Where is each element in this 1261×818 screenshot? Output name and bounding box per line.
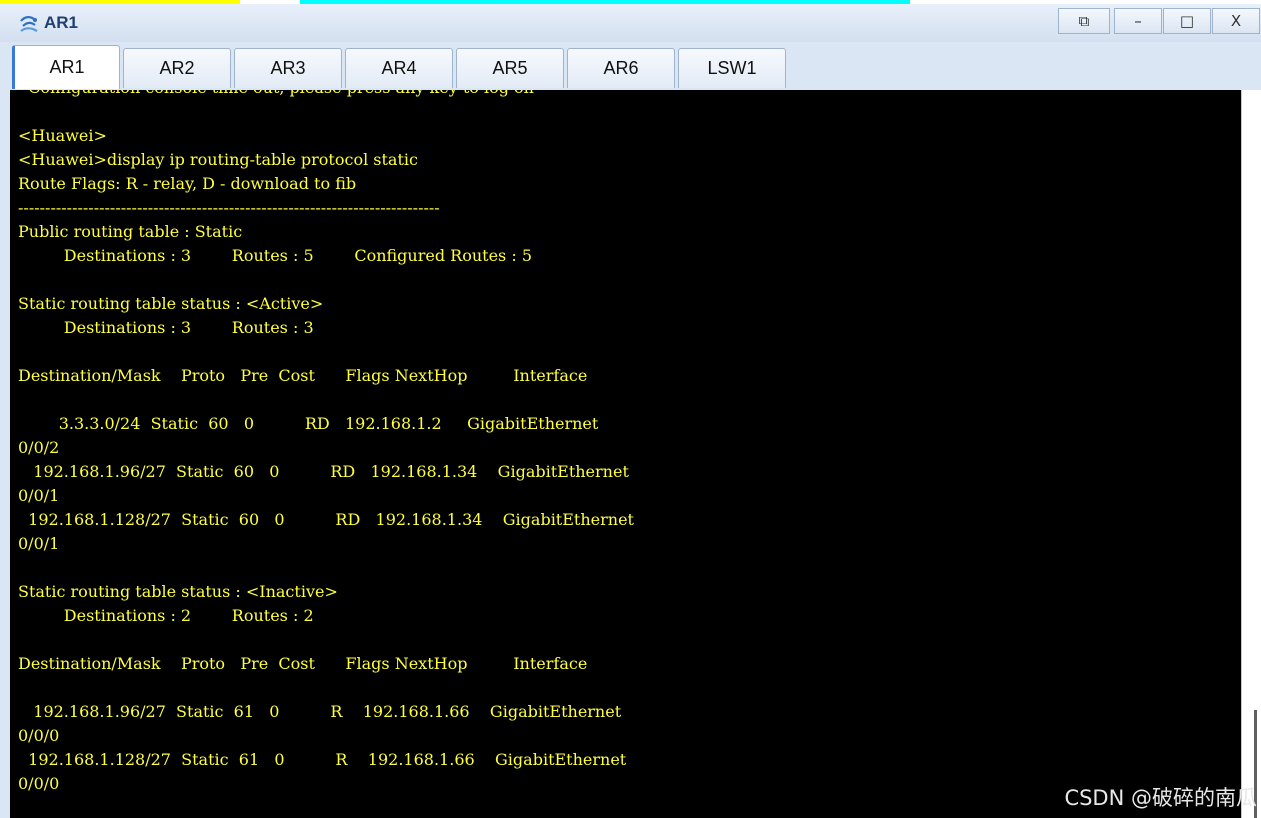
watermark: CSDN @破碎的南瓜 <box>1064 786 1257 810</box>
restore-app-icon: ⧉ <box>1078 12 1090 30</box>
terminal-scrollbar[interactable] <box>1241 90 1261 818</box>
restore-app-button[interactable]: ⧉ <box>1058 8 1110 34</box>
terminal-line: 3.3.3.0/24 Static 60 0 RD 192.168.1.2 Gi… <box>18 414 599 433</box>
terminal-line: 192.168.1.128/27 Static 60 0 RD 192.168.… <box>18 510 634 529</box>
terminal-line: 0/0/0 <box>18 726 60 745</box>
tab-lsw1[interactable]: LSW1 <box>678 48 786 88</box>
maximize-button[interactable]: □ <box>1163 8 1211 34</box>
terminal-line: Destinations : 3 Routes : 5 Configured R… <box>18 246 532 265</box>
terminal-line: <Huawei> <box>18 126 107 145</box>
terminal-line: Route Flags: R - relay, D - download to … <box>18 174 357 193</box>
terminal-line: 192.168.1.128/27 Static 61 0 R 192.168.1… <box>18 750 627 769</box>
terminal-output: Configuration console time out, please p… <box>18 90 634 796</box>
minimize-button[interactable]: – <box>1114 8 1162 34</box>
tab-ar2[interactable]: AR2 <box>123 48 231 88</box>
terminal-console[interactable]: Configuration console time out, please p… <box>10 90 1241 818</box>
terminal-line: Destinations : 2 Routes : 2 <box>18 606 314 625</box>
title-bar[interactable]: AR1 ⧉ – □ X <box>0 4 1261 43</box>
maximize-icon: □ <box>1179 12 1195 30</box>
terminal-line: 192.168.1.96/27 Static 60 0 RD 192.168.1… <box>18 462 629 481</box>
terminal-line: 192.168.1.96/27 Static 61 0 R 192.168.1.… <box>18 702 622 721</box>
terminal-line: 0/0/2 <box>18 438 60 457</box>
tab-ar1[interactable]: AR1 <box>12 45 120 89</box>
device-tab-bar: AR1 AR2 AR3 AR4 AR5 AR6 LSW1 <box>0 42 1261 90</box>
tab-ar3[interactable]: AR3 <box>234 48 342 88</box>
terminal-line: Static routing table status : <Inactive> <box>18 582 338 601</box>
terminal-line: Configuration console time out, please p… <box>18 90 534 97</box>
terminal-line: Destination/Mask Proto Pre Cost Flags Ne… <box>18 366 588 385</box>
terminal-line: Destinations : 3 Routes : 3 <box>18 318 314 337</box>
terminal-line: Destination/Mask Proto Pre Cost Flags Ne… <box>18 654 588 673</box>
terminal-line: 0/0/0 <box>18 774 60 793</box>
terminal-line: Static routing table status : <Active> <box>18 294 324 313</box>
terminal-line: 0/0/1 <box>18 534 60 553</box>
terminal-line: Public routing table : Static <box>18 222 243 241</box>
tab-ar5[interactable]: AR5 <box>456 48 564 88</box>
window-title: AR1 <box>44 13 79 32</box>
app-window: AR1 ⧉ – □ X AR1 AR2 AR3 AR4 AR5 AR6 LSW1… <box>0 0 1261 818</box>
terminal-line: ----------------------------------------… <box>18 198 440 217</box>
close-icon: X <box>1230 12 1242 30</box>
tab-ar6[interactable]: AR6 <box>567 48 675 88</box>
device-router-icon <box>20 16 38 32</box>
close-button[interactable]: X <box>1212 8 1260 34</box>
minimize-icon: – <box>1134 12 1142 30</box>
terminal-line: 0/0/1 <box>18 486 60 505</box>
tab-ar4[interactable]: AR4 <box>345 48 453 88</box>
terminal-line: <Huawei>display ip routing-table protoco… <box>18 150 418 169</box>
